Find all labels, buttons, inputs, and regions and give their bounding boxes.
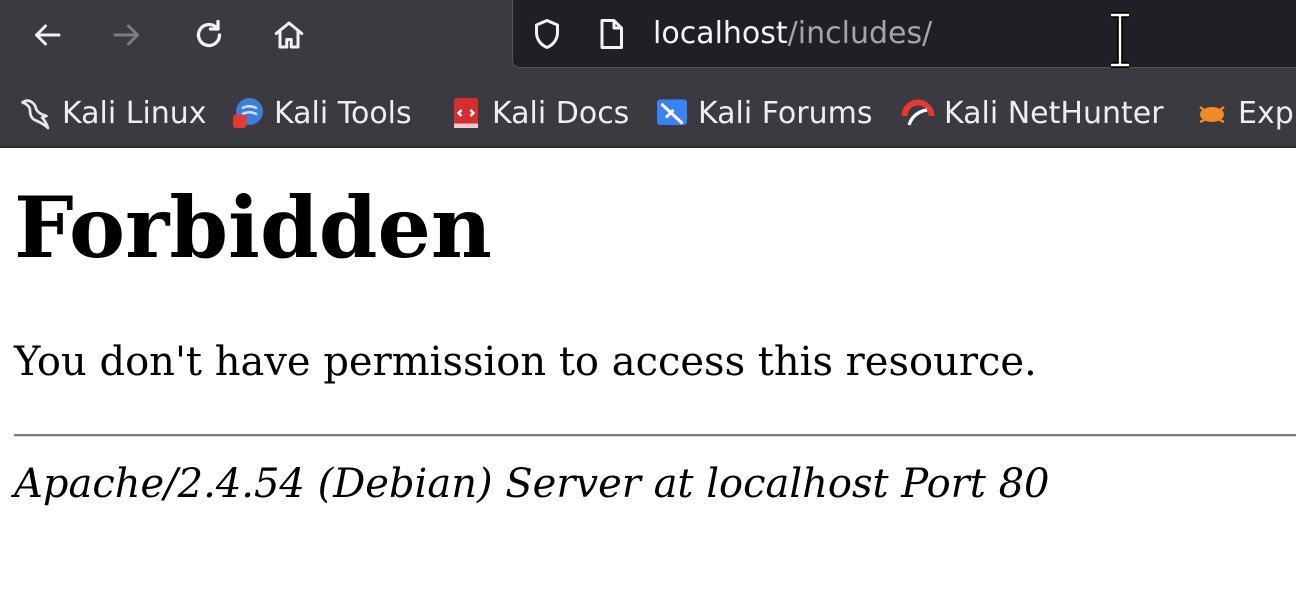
bookmark-kali-tools[interactable]: Kali Tools	[230, 92, 412, 134]
home-icon	[274, 21, 304, 49]
reload-icon	[196, 19, 222, 48]
reload-button[interactable]	[186, 12, 232, 58]
forward-button[interactable]	[104, 12, 150, 58]
kali-docs-icon	[454, 98, 478, 128]
kali-tools-icon	[233, 98, 263, 128]
url-path: /includes/	[787, 16, 933, 51]
shield-icon[interactable]	[529, 16, 565, 52]
bookmark-kali-nethunter[interactable]: Kali NetHunter	[900, 92, 1164, 134]
exploit-db-icon	[1199, 106, 1225, 124]
error-message: You don't have permission to access this…	[14, 339, 1037, 385]
home-button[interactable]	[266, 12, 312, 58]
page-title: Forbidden	[14, 178, 492, 277]
horizontal-rule	[14, 434, 1296, 437]
kali-nethunter-icon	[901, 99, 935, 126]
bookmark-label: Kali Docs	[492, 95, 630, 131]
url-text[interactable]: localhost/includes/	[653, 12, 932, 56]
bookmark-kali-forums[interactable]: Kali Forums	[654, 92, 872, 134]
server-signature: Apache/2.4.54 (Debian) Server at localho…	[14, 461, 1050, 507]
arrow-right-icon	[113, 24, 139, 46]
text-cursor-icon	[1111, 12, 1129, 68]
bookmark-exploit-db[interactable]: Exp	[1194, 92, 1294, 134]
browser-toolbar: localhost/includes/	[0, 0, 1296, 78]
kali-forums-icon	[657, 99, 687, 125]
page-icon[interactable]	[593, 16, 629, 52]
bookmark-label: Kali NetHunter	[944, 95, 1164, 131]
bookmark-kali-linux[interactable]: Kali Linux	[18, 92, 207, 134]
bookmark-label: Exp	[1238, 95, 1294, 131]
address-bar[interactable]: localhost/includes/	[512, 0, 1296, 68]
back-button[interactable]	[24, 12, 70, 58]
bookmark-label: Kali Forums	[698, 95, 873, 131]
bookmark-label: Kali Tools	[274, 95, 412, 131]
bookmark-label: Kali Linux	[62, 95, 207, 131]
url-host: localhost	[653, 16, 788, 51]
bookmark-kali-docs[interactable]: Kali Docs	[448, 92, 629, 134]
bookmarks-toolbar: Kali Linux Kali Tools Kali Docs Kali For…	[0, 78, 1296, 148]
arrow-left-icon	[35, 24, 61, 46]
kali-dragon-icon	[21, 99, 50, 130]
